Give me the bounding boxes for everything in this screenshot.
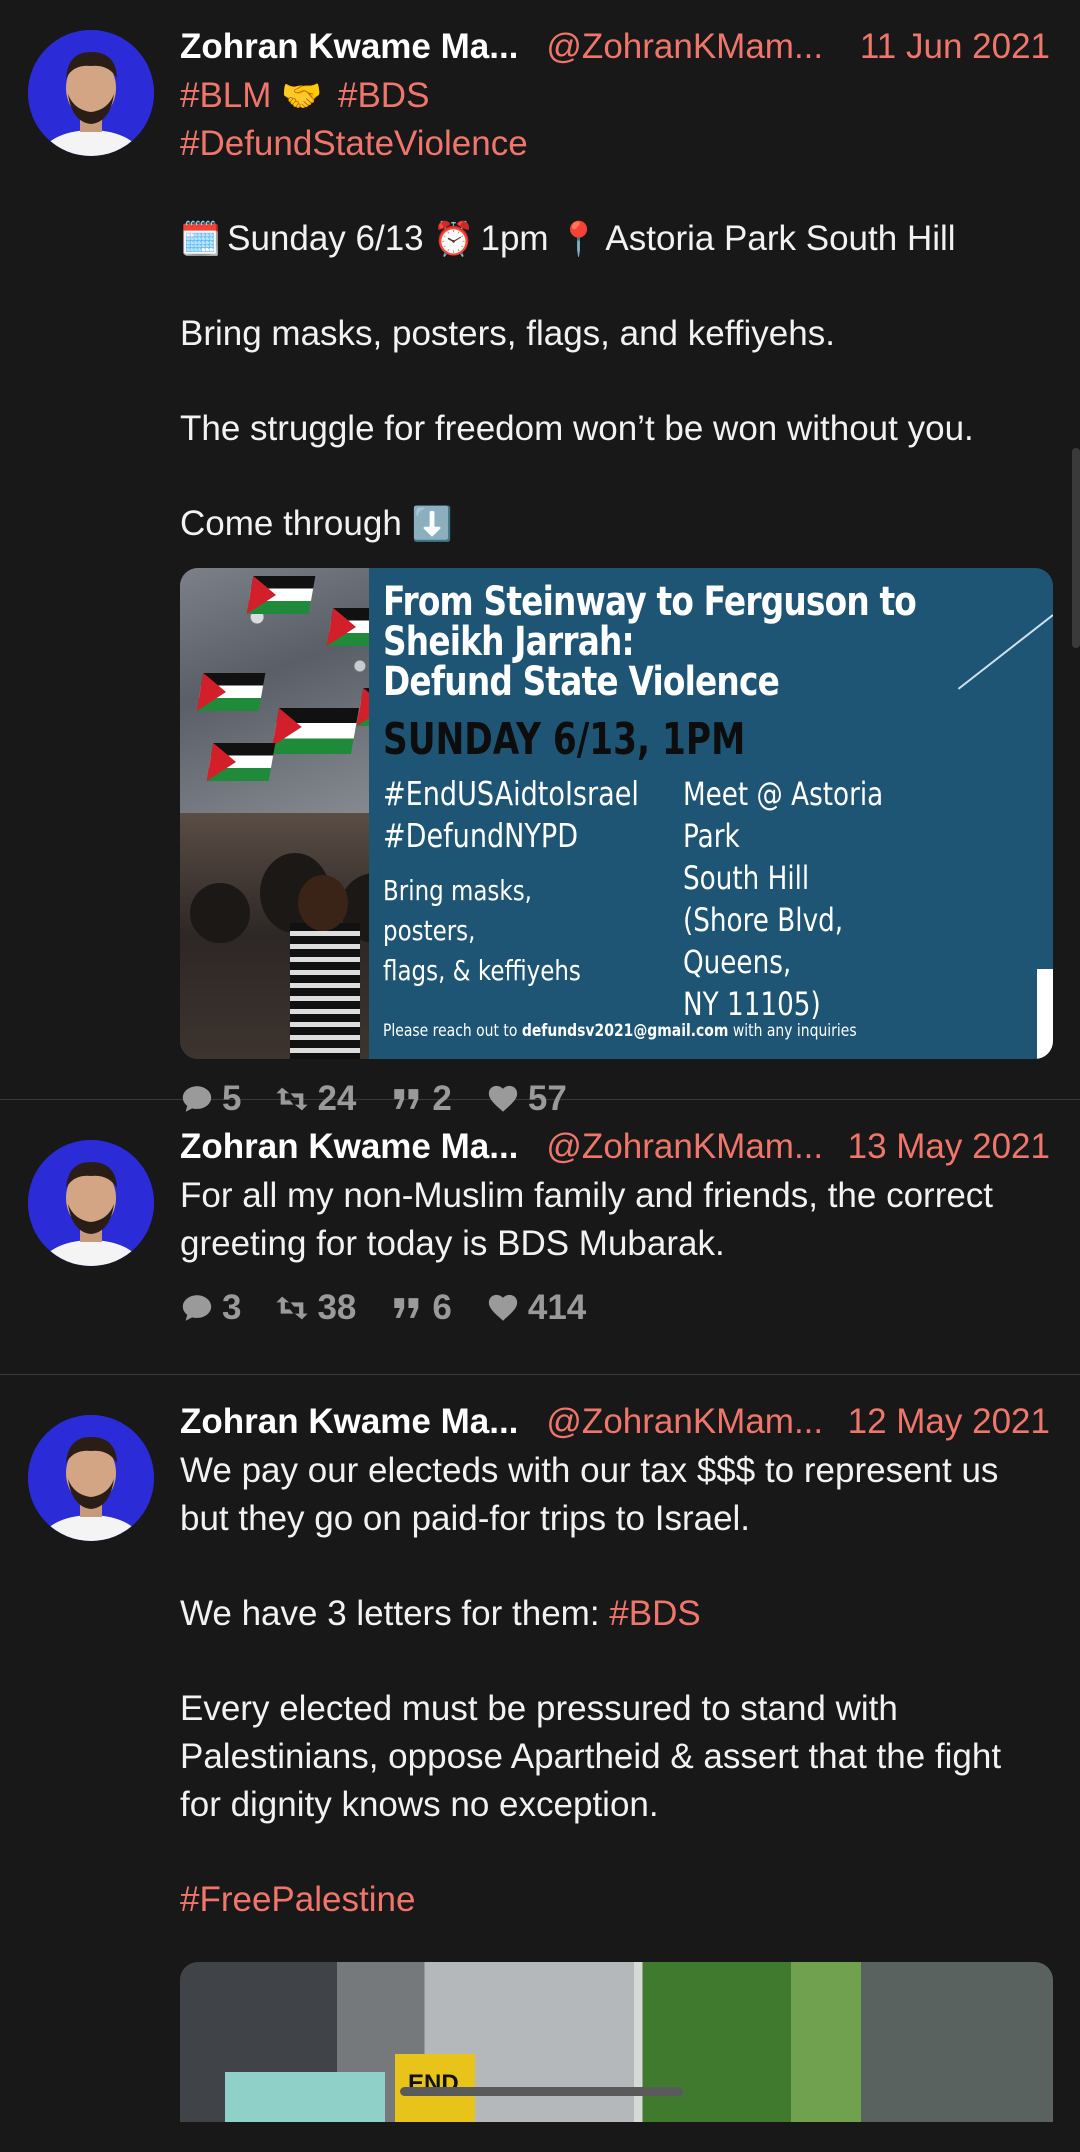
event-day: Sunday 6/13 [227, 219, 424, 258]
author-name[interactable]: Zohran Kwame Ma... [180, 1126, 518, 1168]
pin-emoji: 📍 [558, 220, 600, 257]
hashtag-blm[interactable]: #BLM [180, 76, 271, 115]
tweet[interactable]: Zohran Kwame Ma... @ZohranKMam... 12 May… [0, 1375, 1080, 2152]
heart-icon [488, 1294, 518, 1321]
event-time: 1pm [480, 219, 549, 258]
avatar-image [28, 1140, 154, 1266]
event-place: Astoria Park South Hill [605, 219, 956, 258]
retweet-button[interactable]: 38 [275, 1288, 356, 1328]
calendar-emoji: 🗓️ [180, 220, 222, 257]
tweet-paragraph: We pay our electeds with our tax $$$ to … [180, 1451, 999, 1538]
author-name[interactable]: Zohran Kwame Ma... [180, 26, 518, 68]
home-indicator[interactable] [400, 2087, 683, 2096]
author-handle[interactable]: @ZohranKMam... [546, 1401, 823, 1443]
tweet-paragraph: Bring masks, posters, flags, and keffiye… [180, 314, 835, 353]
reply-count: 3 [222, 1288, 242, 1327]
tweet-actions: 3 38 6 414 [180, 1288, 1050, 1328]
poster-date: SUNDAY 6/13, 1PM [383, 714, 746, 765]
avatar[interactable] [28, 1140, 154, 1266]
hashtag-bds[interactable]: #BDS [609, 1594, 700, 1633]
poster-bring: flags, & keffiyehs [383, 954, 581, 987]
tweet-date[interactable]: 11 Jun 2021 [860, 26, 1050, 68]
tweet-paragraph: Come through [180, 504, 402, 543]
poster-contact: Please reach out to defundsv2021@gmail.c… [383, 1021, 857, 1041]
poster-location: South Hill [683, 859, 810, 897]
retweet-count: 38 [317, 1288, 357, 1327]
poster-title: Defund State Violence [383, 659, 780, 705]
tweet-image[interactable]: From Steinway to Ferguson to Sheikh Jarr… [180, 568, 1053, 1059]
tweet-paragraph: For all my non-Muslim family and friends… [180, 1176, 994, 1263]
hashtag-bds[interactable]: #BDS [338, 76, 429, 115]
quote-count: 6 [432, 1288, 452, 1327]
tweet-date[interactable]: 12 May 2021 [848, 1401, 1050, 1443]
quote-icon [394, 1298, 419, 1318]
hashtag-freepalestine[interactable]: #FreePalestine [180, 1880, 415, 1919]
handshake-emoji: 🤝 [281, 77, 323, 114]
image-window [225, 2072, 385, 2122]
poster-bring: Bring masks, posters, [383, 874, 532, 947]
poster-location: (Shore Blvd, Queens, [683, 901, 844, 981]
author-handle[interactable]: @ZohranKMam... [546, 26, 823, 68]
poster-title: Sheikh Jarrah: [383, 619, 635, 665]
speech-bubble-icon [182, 1295, 212, 1321]
poster-location: Meet @ Astoria Park [683, 775, 884, 855]
avatar-image [28, 1415, 154, 1541]
protest-photo [180, 568, 437, 1059]
tweet-text: #BLM 🤝 #BDS #DefundStateViolence 🗓️ Sunda… [180, 72, 1050, 548]
poster-hashtag: #DefundNYPD [383, 816, 579, 855]
hashtag-defundstateviolence[interactable]: #DefundStateViolence [180, 124, 528, 163]
like-count: 414 [527, 1288, 587, 1327]
poster-location: NY 11105) [683, 985, 821, 1023]
tweet-text: We pay our electeds with our tax $$$ to … [180, 1447, 1050, 1924]
tweet-paragraph: Every elected must be pressured to stand… [180, 1689, 1002, 1824]
quote-button[interactable]: 6 [390, 1288, 452, 1328]
tweet[interactable]: Zohran Kwame Ma... @ZohranKMam... 11 Jun… [0, 0, 1080, 1118]
tweet[interactable]: Zohran Kwame Ma... @ZohranKMam... 13 May… [0, 1100, 1080, 1375]
avatar[interactable] [28, 30, 154, 156]
retweet-icon [276, 1296, 309, 1320]
like-button[interactable]: 414 [486, 1288, 586, 1328]
scrollbar[interactable] [1072, 448, 1080, 648]
author-handle[interactable]: @ZohranKMam... [546, 1126, 823, 1168]
poster-hashtag: #EndUSAidtoIsrael [383, 774, 639, 813]
event-poster: From Steinway to Ferguson to Sheikh Jarr… [369, 568, 1053, 1059]
avatar[interactable] [28, 1415, 154, 1541]
tweet-paragraph: The struggle for freedom won’t be won wi… [180, 409, 974, 448]
poster-title: From Steinway to Ferguson to [383, 579, 917, 625]
tweet-text: For all my non-Muslim family and friends… [180, 1172, 1050, 1268]
author-name[interactable]: Zohran Kwame Ma... [180, 1401, 518, 1443]
reply-button[interactable]: 3 [180, 1288, 241, 1328]
avatar-image [28, 30, 154, 156]
tweet-date[interactable]: 13 May 2021 [848, 1126, 1050, 1168]
alarm-clock-emoji: ⏰ [433, 220, 475, 257]
down-arrow-emoji: ⬇️ [411, 505, 453, 542]
tweet-paragraph: We have 3 letters for them: [180, 1594, 610, 1633]
tweet-image[interactable]: END [180, 1962, 1053, 2122]
